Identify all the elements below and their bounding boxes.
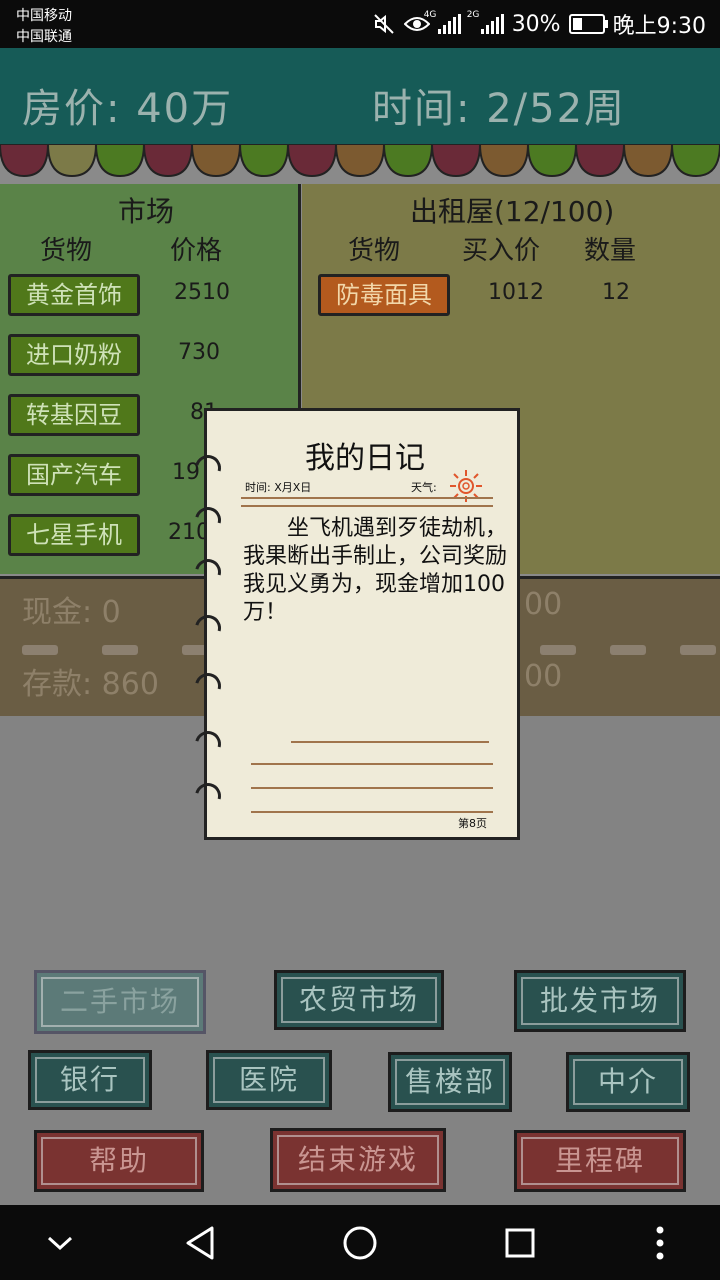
recents-icon[interactable] [480,1205,560,1280]
end-game-button[interactable]: 结束游戏 [270,1128,446,1192]
chevron-down-icon[interactable] [20,1205,100,1280]
road-dash [102,645,138,655]
rental-item-gas-mask[interactable]: 防毒面具 [318,274,450,316]
rental-qty-gas-mask: 12 [602,280,630,305]
road-dash [680,645,716,655]
rental-col-qty: 数量 [584,236,637,266]
signal-4g-icon: 4G [424,10,461,34]
signal-2g-icon: 2G [467,10,504,34]
carrier-1: 中国移动 [16,8,72,24]
market-price-gold-jewelry: 2510 [174,280,230,305]
mute-icon [373,14,394,34]
market-item-gmo-beans[interactable]: 转基因豆 [8,394,140,436]
cash-label: 现金: 0 [22,595,121,630]
home-icon[interactable] [320,1205,400,1280]
market-item-domestic-car[interactable]: 国产汽车 [8,454,140,496]
signal-2g-label: 2G [466,10,480,20]
sales-office-button[interactable]: 售楼部 [388,1052,512,1112]
back-icon[interactable] [160,1205,240,1280]
clock: 晚上9:30 [612,14,706,39]
diary-rule [251,811,493,813]
diary-date: 时间: X月X日 [245,481,312,494]
bank-button[interactable]: 银行 [28,1050,152,1110]
game-time: 时间: 2/52周 [372,86,627,132]
market-item-milk-powder[interactable]: 进口奶粉 [8,334,140,376]
battery-icon [568,14,608,34]
deposit-value-right: 00 [524,659,563,694]
house-price: 房价: 40万 [22,86,234,132]
battery-percent: 30% [511,11,561,37]
help-button[interactable]: 帮助 [34,1130,204,1192]
diary-rule [251,787,493,789]
diary-text: 坐飞机遇到歹徒劫机，我果断出手制止，公司奖励我见义勇为，现金增加100万！ [243,516,508,625]
more-icon[interactable] [620,1205,700,1280]
market-item-phone[interactable]: 七星手机 [8,514,140,556]
cash-value-right: 00 [524,587,563,622]
signal-4g-label: 4G [423,10,437,20]
carrier-2: 中国联通 [16,29,72,45]
market-price-milk-powder: 730 [178,340,220,365]
market-col-price: 价格 [170,236,223,266]
rental-col-goods: 货物 [348,236,401,266]
road-dash [540,645,576,655]
market-title: 市场 [118,195,175,228]
milestone-button[interactable]: 里程碑 [514,1130,686,1192]
diary-dialog[interactable]: 我的日记 时间: X月X日 天气: 坐飞机遇到歹徒劫机，我果断出手制止，公司奖励… [190,408,520,840]
diary-rule [251,763,493,765]
diary-rule [291,741,489,743]
diary-weather-label: 天气: [411,481,437,494]
road-dash [22,645,58,655]
diary-page-number: 第8页 [458,817,487,830]
rental-title: 出租屋(12/100) [410,195,615,228]
farm-market-button[interactable]: 农贸市场 [274,970,444,1030]
second-hand-market-button[interactable]: 二手市场 [34,970,206,1034]
awning-decoration [0,144,720,178]
navigation-bar [0,1205,720,1280]
wholesale-market-button[interactable]: 批发市场 [514,970,686,1032]
market-item-gold-jewelry[interactable]: 黄金首饰 [8,274,140,316]
agency-button[interactable]: 中介 [566,1052,690,1112]
rental-col-buy-price: 买入价 [462,236,541,266]
rental-buy-price-gas-mask: 1012 [488,280,544,305]
top-bar: 房价: 40万 时间: 2/52周 [0,48,720,146]
status-icons: 4G 2G 30% 晚上9:30 [372,8,706,40]
diary-rule [241,505,493,507]
diary-rule [241,497,493,499]
deposit-label: 存款: 860 [22,667,159,702]
road-dash [610,645,646,655]
status-bar: 中国移动 中国联通 4G 2G 30% 晚上9:30 [0,0,720,48]
hospital-button[interactable]: 医院 [206,1050,332,1110]
market-col-goods: 货物 [40,236,93,266]
